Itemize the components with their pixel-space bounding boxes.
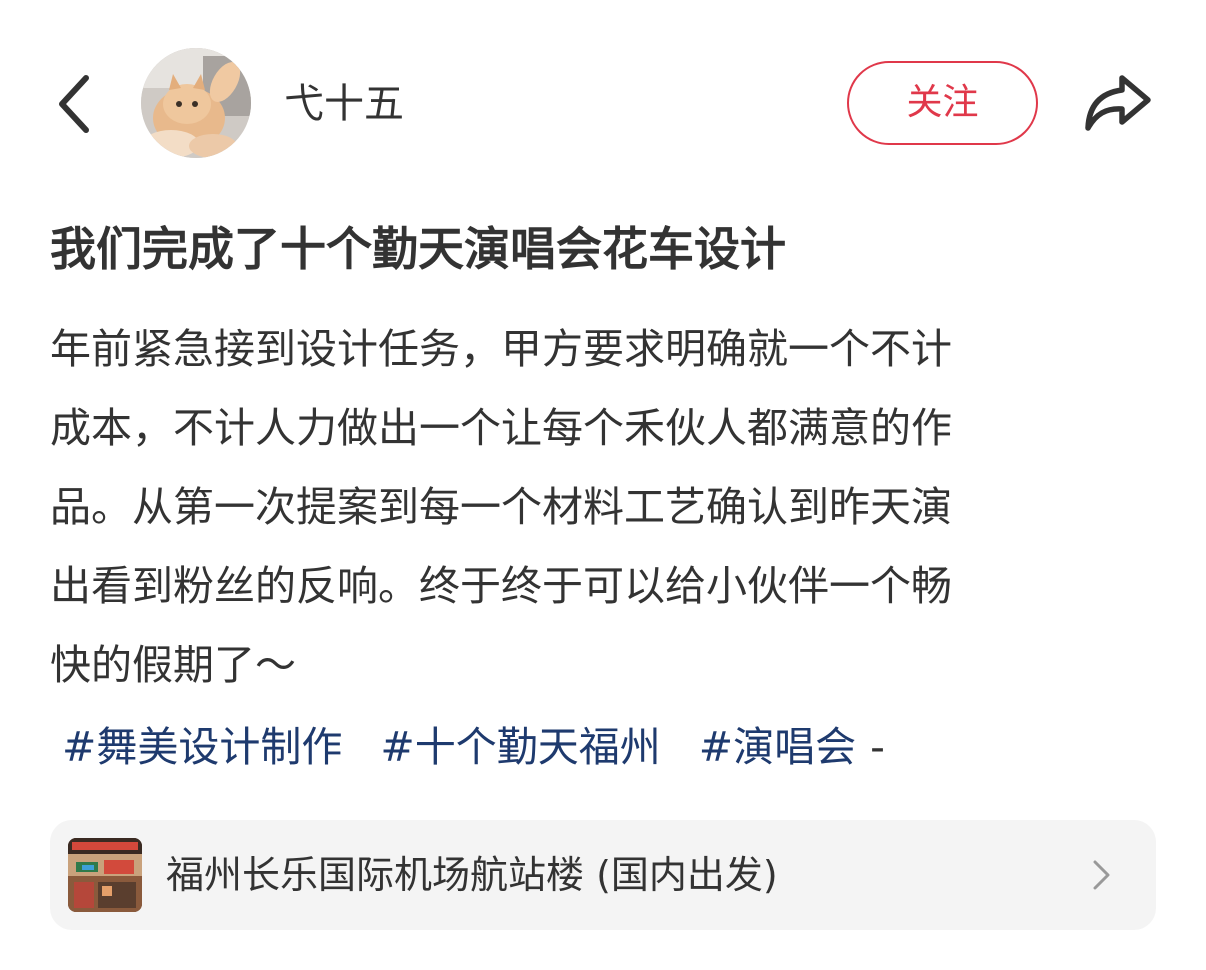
location-arrow bbox=[1086, 856, 1116, 894]
post-title: 我们完成了十个勤天演唱会花车设计 bbox=[50, 222, 786, 276]
back-button[interactable] bbox=[50, 68, 100, 140]
post-body-line: 出看到粉丝的反响。终于终于可以给小伙伴一个畅 bbox=[50, 562, 952, 610]
chevron-left-icon bbox=[59, 75, 89, 133]
location-card[interactable]: 福州长乐国际机场航站楼 (国内出发) bbox=[50, 820, 1156, 930]
location-thumbnail bbox=[68, 838, 142, 912]
avatar-cat-photo bbox=[141, 48, 251, 158]
location-storefront-image bbox=[68, 838, 142, 912]
hashtag-trail: - bbox=[870, 723, 885, 771]
post-body-line: 年前紧急接到设计任务，甲方要求明确就一个不计 bbox=[50, 325, 952, 373]
hashtag-link[interactable]: #演唱会 bbox=[699, 723, 856, 771]
post-body: 年前紧急接到设计任务，甲方要求明确就一个不计 成本，不计人力做出一个让每个禾伙人… bbox=[50, 310, 1156, 705]
author-name[interactable]: 弋十五 bbox=[284, 78, 404, 130]
post-body-line: 快的假期了～ bbox=[50, 641, 296, 689]
share-button[interactable] bbox=[1080, 68, 1156, 136]
avatar[interactable] bbox=[141, 48, 251, 158]
location-name: 福州长乐国际机场航站楼 (国内出发) bbox=[166, 853, 778, 897]
share-arrow-icon bbox=[1085, 75, 1151, 131]
post-body-line: 成本，不计人力做出一个让每个禾伙人都满意的作 bbox=[50, 404, 952, 452]
post-body-line: 品。从第一次提案到每一个材料工艺确认到昨天演 bbox=[50, 483, 952, 531]
hashtag-link[interactable]: #十个勤天福州 bbox=[380, 723, 660, 771]
hashtag-link[interactable]: #舞美设计制作 bbox=[62, 723, 342, 771]
follow-button[interactable]: 关注 bbox=[847, 61, 1038, 145]
post-header: 弋十五 关注 bbox=[0, 0, 1206, 200]
hashtag-list: #舞美设计制作 #十个勤天福州 #演唱会 - bbox=[62, 712, 1152, 782]
chevron-right-icon bbox=[1093, 860, 1110, 890]
